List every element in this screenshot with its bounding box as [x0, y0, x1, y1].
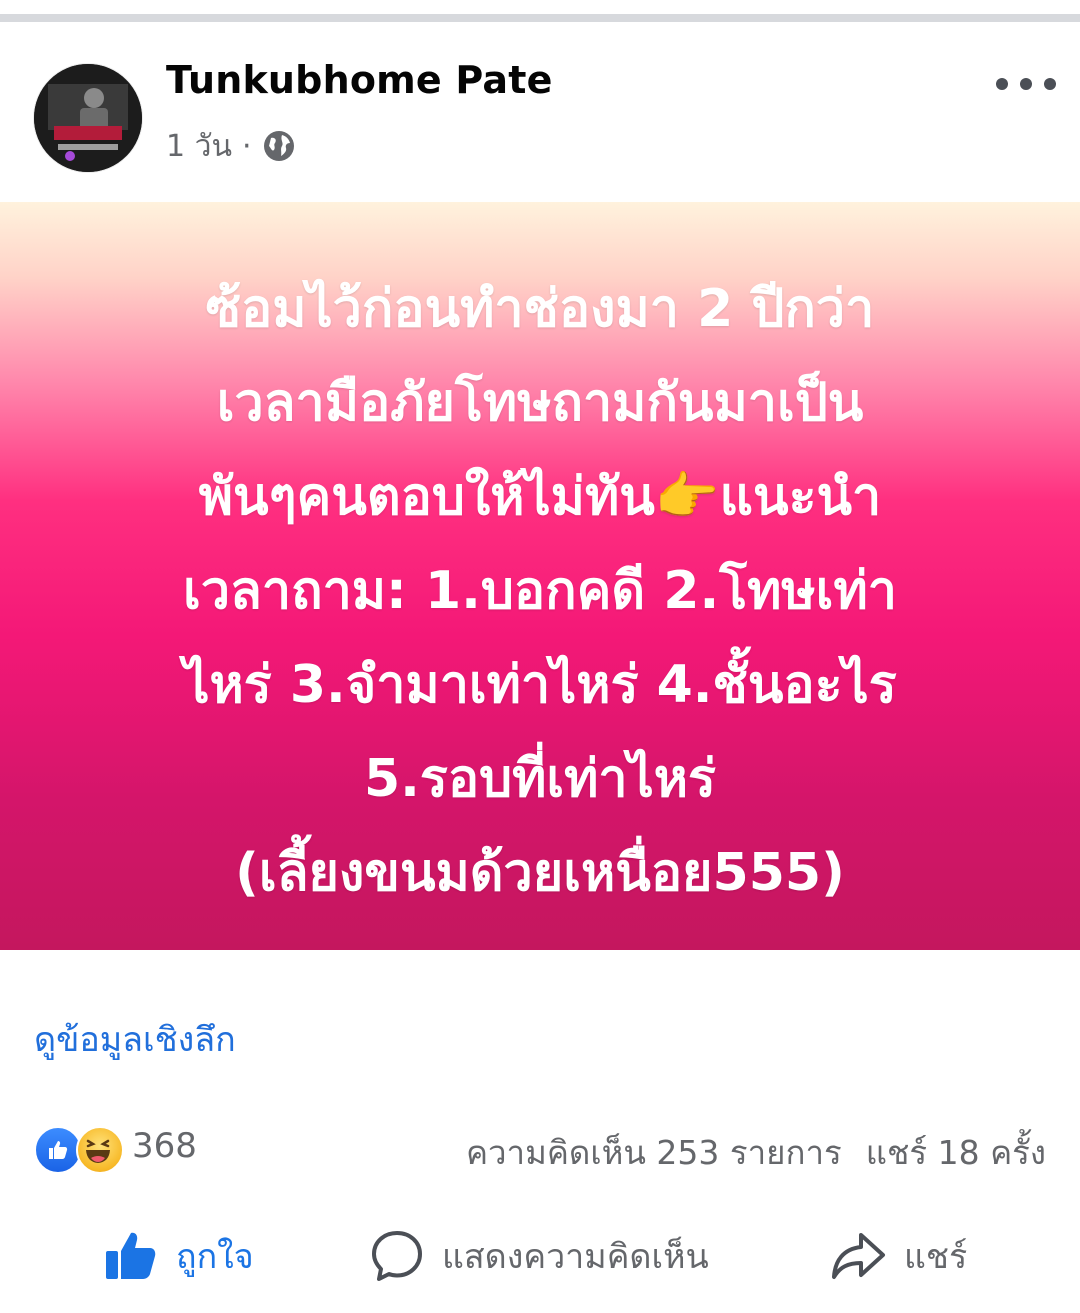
post-text-line: ซ้อมไว้ก่อนทำช่องมา 2 ปีกว่า: [205, 279, 875, 339]
post-text-line: พันๆคนตอบให้ไม่ทัน👉แนะนำ: [198, 467, 882, 527]
post-text: ซ้อมไว้ก่อนทำช่องมา 2 ปีกว่า เวลามือภัยโ…: [60, 262, 1020, 920]
like-label: ถูกใจ: [176, 1237, 254, 1277]
engagement-counts: ความคิดเห็น 253 รายการ แชร์ 18 ครั้ง: [466, 1126, 1046, 1179]
author-avatar[interactable]: [34, 64, 142, 172]
author-name[interactable]: Tunkubhome Pate: [166, 58, 553, 102]
share-count[interactable]: แชร์ 18 ครั้ง: [866, 1126, 1046, 1179]
like-icon: [34, 1126, 82, 1174]
post-text-line: 5.รอบที่เท่าไหร่: [364, 749, 716, 809]
post-text-card[interactable]: ซ้อมไว้ก่อนทำช่องมา 2 ปีกว่า เวลามือภัยโ…: [0, 202, 1080, 950]
more-dot: [1020, 78, 1032, 90]
post-text-line: (เลี้ยงขนมด้วยเหนื่อย555): [235, 843, 845, 903]
more-dots-icon[interactable]: [996, 74, 1056, 94]
comment-button[interactable]: แสดงความคิดเห็น: [370, 1226, 709, 1286]
more-dot: [1044, 78, 1056, 90]
insights-link[interactable]: ดูข้อมูลเชิงลึก: [34, 1012, 236, 1066]
globe-icon[interactable]: [262, 129, 296, 163]
share-icon: [832, 1233, 885, 1279]
post-text-line: ไหร่ 3.จำมาเท่าไหร่ 4.ชั้นอะไร: [183, 655, 897, 715]
comment-icon: [372, 1231, 422, 1281]
comment-count[interactable]: ความคิดเห็น 253 รายการ: [466, 1126, 842, 1179]
reaction-stats: 368 ความคิดเห็น 253 รายการ แชร์ 18 ครั้ง: [0, 1120, 1080, 1180]
post-text-line: เวลามือภัยโทษถามกันมาเป็น: [216, 373, 864, 433]
like-button[interactable]: ถูกใจ: [104, 1226, 254, 1286]
action-bar: ถูกใจ แสดงความคิดเห็น แชร์: [0, 1210, 1080, 1300]
share-button[interactable]: แชร์: [830, 1226, 967, 1286]
comment-label: แสดงความคิดเห็น: [442, 1237, 709, 1277]
top-divider: [0, 14, 1080, 22]
like-icon: [106, 1232, 156, 1279]
post-header: Tunkubhome Pate 1 วัน ·: [0, 22, 1080, 202]
share-label: แชร์: [904, 1237, 968, 1277]
haha-icon: [76, 1126, 124, 1174]
meta-separator: ·: [241, 128, 252, 164]
reaction-icons[interactable]: [34, 1126, 124, 1174]
post-text-line: เวลาถาม: 1.บอกคดี 2.โทษเท่า: [183, 561, 897, 621]
reaction-count[interactable]: 368: [132, 1126, 197, 1166]
more-dot: [996, 78, 1008, 90]
post-time[interactable]: 1 วัน: [166, 123, 232, 170]
post-meta: 1 วัน ·: [166, 124, 296, 168]
